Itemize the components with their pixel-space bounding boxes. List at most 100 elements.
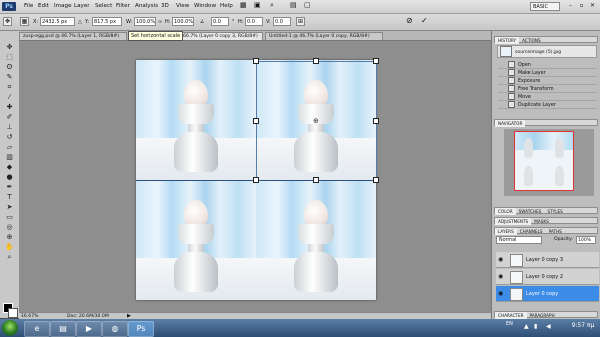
screen-mode-icon[interactable]: ▢ — [304, 1, 311, 9]
width-scale-field[interactable]: 100.0% — [134, 17, 156, 26]
layer-row[interactable]: ◉ Layer 0 copy 2 — [496, 269, 599, 285]
language-indicator[interactable]: EN — [506, 321, 513, 327]
close-button[interactable]: ✕ — [588, 2, 597, 10]
menu-layer[interactable]: Layer — [74, 3, 90, 9]
history-item[interactable]: Duplicate Layer — [498, 101, 597, 109]
lasso-tool-icon[interactable]: ʘ — [4, 63, 15, 72]
visibility-eye-icon[interactable]: ◉ — [498, 257, 503, 263]
menu-window[interactable]: Window — [194, 3, 216, 9]
tab-masks[interactable]: MASKS — [531, 218, 552, 225]
commit-transform-icon[interactable]: ✓ — [421, 16, 428, 25]
opacity-field[interactable]: 100% — [576, 236, 596, 244]
3d-rotate-icon[interactable]: ◎ — [4, 223, 15, 232]
tab-paths[interactable]: PATHS — [546, 228, 565, 235]
menu-filter[interactable]: Filter — [116, 3, 130, 9]
eraser-tool-icon[interactable]: ▱ — [4, 143, 15, 152]
history-item[interactable]: Make Layer — [498, 69, 597, 77]
arrange-documents-icon[interactable]: ▤ — [290, 1, 297, 9]
blend-mode-select[interactable]: Normal — [496, 236, 542, 244]
menu-select[interactable]: Select — [95, 3, 112, 9]
transform-center-point-icon[interactable]: ⊕ — [313, 117, 319, 125]
photoshop-taskbar-icon[interactable]: Ps — [128, 321, 154, 337]
tab-document-2[interactable]: @ 66.7% (Layer 0 copy 3, RGB/8#) — [173, 32, 263, 40]
crop-tool-icon[interactable]: ⌗ — [4, 83, 15, 92]
h-skew-field[interactable]: 0.0 — [245, 17, 263, 26]
navigator-thumbnail[interactable] — [514, 131, 574, 191]
menu-view[interactable]: View — [176, 3, 189, 9]
tab-styles[interactable]: STYLES — [544, 208, 565, 215]
network-icon[interactable]: ▮ — [534, 323, 537, 330]
start-button[interactable] — [2, 320, 18, 336]
transform-handle-bl[interactable] — [253, 177, 259, 183]
quick-select-tool-icon[interactable]: ✎ — [4, 73, 15, 82]
firefox-icon[interactable]: ◍ — [102, 321, 128, 337]
menu-analysis[interactable]: Analysis — [135, 3, 158, 9]
transform-handle-mr[interactable] — [373, 118, 379, 124]
visibility-eye-icon[interactable]: ◉ — [498, 291, 503, 297]
tab-color[interactable]: COLOR — [495, 208, 516, 215]
transform-handle-bc[interactable] — [313, 177, 319, 183]
tab-navigator[interactable]: NAVIGATOR — [495, 120, 526, 127]
menu-3d[interactable]: 3D — [161, 3, 169, 9]
media-player-icon[interactable]: ▶ — [76, 321, 102, 337]
link-icon[interactable]: △ — [78, 19, 82, 25]
show-hidden-icons[interactable]: ▲ — [524, 323, 529, 330]
type-tool-icon[interactable]: T — [4, 193, 15, 202]
layer-row-selected[interactable]: ◉ Layer 0 copy — [496, 286, 599, 302]
cancel-transform-icon[interactable]: ⊘ — [406, 16, 413, 25]
move-tool-icon[interactable]: ✥ — [4, 43, 15, 52]
warp-icon[interactable]: ⊞ — [296, 17, 305, 26]
hand-tool-icon[interactable]: ✋ — [4, 243, 15, 252]
history-brush-icon[interactable]: ↺ — [4, 133, 15, 142]
healing-tool-icon[interactable]: ✚ — [4, 103, 15, 112]
volume-icon[interactable]: ◀ — [546, 323, 551, 330]
stamp-tool-icon[interactable]: ⊥ — [4, 123, 15, 132]
history-item[interactable]: Free Transform — [498, 85, 597, 93]
eyedropper-tool-icon[interactable]: ⁄ — [4, 93, 15, 102]
3d-orbit-icon[interactable]: ⊕ — [4, 233, 15, 242]
reference-point-icon[interactable]: ▦ — [20, 17, 29, 26]
tab-actions[interactable]: ACTIONS — [519, 37, 544, 44]
system-clock[interactable]: 9:57 πμ — [568, 322, 598, 329]
dodge-tool-icon[interactable]: ● — [4, 173, 15, 182]
mini-bridge-icon[interactable]: ▣ — [254, 1, 261, 9]
path-select-icon[interactable]: ➤ — [4, 203, 15, 212]
tab-swatches[interactable]: SWATCHES — [516, 208, 545, 215]
tab-channels[interactable]: CHANNELS — [517, 228, 546, 235]
history-item[interactable]: Exposure — [498, 77, 597, 85]
transform-handle-tl[interactable] — [253, 58, 259, 64]
tab-adjustments[interactable]: ADJUSTMENTS — [495, 218, 532, 225]
menu-file[interactable]: File — [24, 3, 33, 9]
maximize-button[interactable]: ▫ — [577, 2, 586, 10]
gradient-tool-icon[interactable]: ▥ — [4, 153, 15, 162]
tab-history[interactable]: HISTORY — [495, 37, 520, 44]
height-scale-field[interactable]: 100.0% — [172, 17, 194, 26]
zoom-tool-icon[interactable]: ⌕ — [270, 1, 274, 10]
background-color-swatch[interactable] — [8, 308, 18, 318]
blur-tool-icon[interactable]: ◆ — [4, 163, 15, 172]
y-field[interactable]: 817.5 px — [92, 17, 122, 26]
menu-edit[interactable]: Edit — [38, 3, 49, 9]
history-snapshot[interactable]: sourceimage (5).jpg — [497, 45, 597, 58]
layer-row[interactable]: ◉ Layer 0 copy 3 — [496, 252, 599, 268]
tab-document-3[interactable]: Untitled-1 @ 46.7% (Layer 0 copy, RGB/8#… — [265, 32, 383, 40]
transform-handle-ml[interactable] — [253, 118, 259, 124]
brush-tool-icon[interactable]: ✐ — [4, 113, 15, 122]
angle-field[interactable]: 0.0 — [211, 17, 229, 26]
visibility-eye-icon[interactable]: ◉ — [498, 274, 503, 280]
explorer-folder-icon[interactable]: ▤ — [50, 321, 76, 337]
minimize-button[interactable]: – — [566, 2, 575, 10]
x-field[interactable]: 2432.5 px — [40, 17, 75, 26]
move-tool-preset-icon[interactable]: ✥ — [3, 17, 12, 26]
menu-image[interactable]: Image — [54, 3, 72, 9]
tab-document-1[interactable]: zusp-egg.psd @ 46.7% (Layer 1, RGB/8#) — [19, 32, 127, 40]
history-item[interactable]: Open — [498, 61, 597, 69]
tab-character[interactable]: CHARACTER — [495, 312, 527, 319]
chain-icon[interactable]: ∞ — [158, 19, 162, 25]
zoom-tool-icon[interactable]: ⌕ — [4, 253, 15, 262]
v-skew-field[interactable]: 0.0 — [273, 17, 291, 26]
bridge-icon[interactable]: ▦ — [240, 1, 247, 9]
transform-handle-br[interactable] — [373, 177, 379, 183]
tab-paragraph[interactable]: PARAGRAPH — [527, 312, 558, 319]
menu-help[interactable]: Help — [220, 3, 233, 9]
